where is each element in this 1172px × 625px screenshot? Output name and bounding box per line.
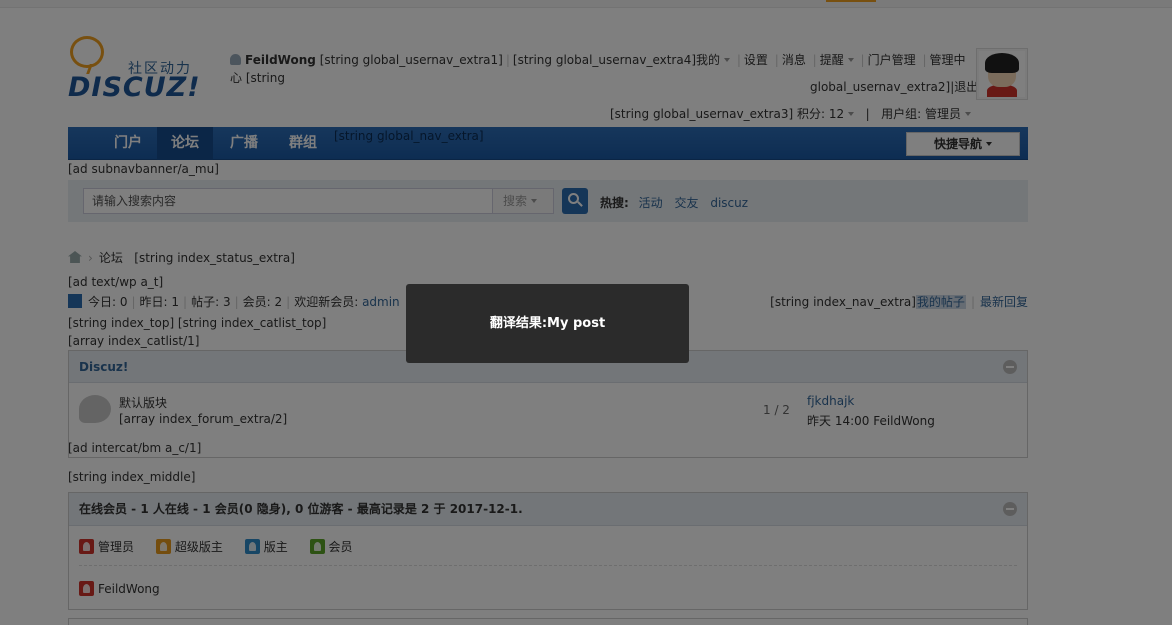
translation-toast: 翻译结果:My post — [406, 284, 689, 363]
toast-message: 翻译结果:My post — [489, 316, 606, 331]
